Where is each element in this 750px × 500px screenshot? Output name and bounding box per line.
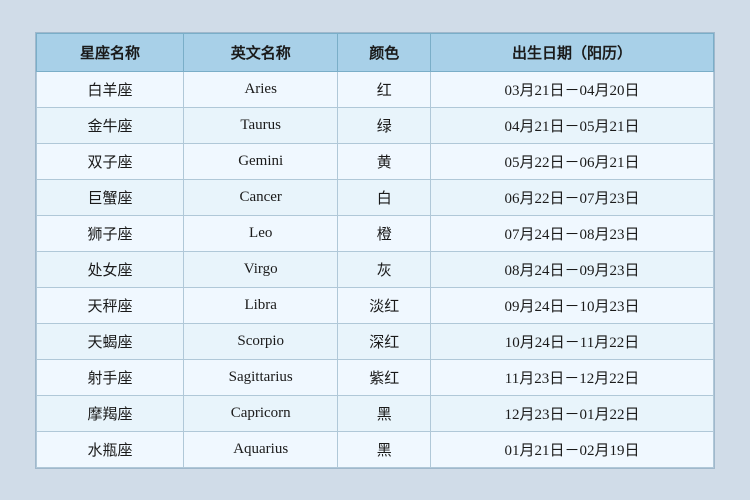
cell-color: 黄: [338, 143, 431, 179]
table-row: 白羊座Aries红03月21日－04月20日: [37, 71, 714, 107]
cell-chinese-name: 水瓶座: [37, 431, 184, 467]
cell-dates: 11月23日－12月22日: [430, 359, 713, 395]
cell-color: 白: [338, 179, 431, 215]
cell-color: 淡红: [338, 287, 431, 323]
header-color: 颜色: [338, 33, 431, 71]
cell-chinese-name: 白羊座: [37, 71, 184, 107]
cell-dates: 05月22日－06月21日: [430, 143, 713, 179]
table-row: 天秤座Libra淡红09月24日－10月23日: [37, 287, 714, 323]
cell-dates: 12月23日－01月22日: [430, 395, 713, 431]
cell-dates: 10月24日－11月22日: [430, 323, 713, 359]
cell-chinese-name: 双子座: [37, 143, 184, 179]
cell-color: 绿: [338, 107, 431, 143]
cell-color: 黑: [338, 395, 431, 431]
table-row: 巨蟹座Cancer白06月22日－07月23日: [37, 179, 714, 215]
table-header-row: 星座名称 英文名称 颜色 出生日期（阳历）: [37, 33, 714, 71]
header-chinese-name: 星座名称: [37, 33, 184, 71]
cell-english-name: Capricorn: [183, 395, 337, 431]
zodiac-table: 星座名称 英文名称 颜色 出生日期（阳历） 白羊座Aries红03月21日－04…: [36, 33, 714, 468]
table-row: 双子座Gemini黄05月22日－06月21日: [37, 143, 714, 179]
cell-color: 黑: [338, 431, 431, 467]
cell-dates: 04月21日－05月21日: [430, 107, 713, 143]
cell-chinese-name: 处女座: [37, 251, 184, 287]
cell-english-name: Sagittarius: [183, 359, 337, 395]
table-row: 射手座Sagittarius紫红11月23日－12月22日: [37, 359, 714, 395]
cell-english-name: Gemini: [183, 143, 337, 179]
cell-english-name: Leo: [183, 215, 337, 251]
cell-dates: 07月24日－08月23日: [430, 215, 713, 251]
table-body: 白羊座Aries红03月21日－04月20日金牛座Taurus绿04月21日－0…: [37, 71, 714, 467]
table-row: 摩羯座Capricorn黑12月23日－01月22日: [37, 395, 714, 431]
cell-english-name: Aries: [183, 71, 337, 107]
table-row: 金牛座Taurus绿04月21日－05月21日: [37, 107, 714, 143]
cell-chinese-name: 天蝎座: [37, 323, 184, 359]
cell-english-name: Taurus: [183, 107, 337, 143]
cell-color: 灰: [338, 251, 431, 287]
cell-english-name: Libra: [183, 287, 337, 323]
zodiac-table-container: 星座名称 英文名称 颜色 出生日期（阳历） 白羊座Aries红03月21日－04…: [35, 32, 715, 469]
cell-dates: 08月24日－09月23日: [430, 251, 713, 287]
cell-color: 深红: [338, 323, 431, 359]
cell-chinese-name: 天秤座: [37, 287, 184, 323]
cell-color: 橙: [338, 215, 431, 251]
table-row: 处女座Virgo灰08月24日－09月23日: [37, 251, 714, 287]
header-birth-date: 出生日期（阳历）: [430, 33, 713, 71]
cell-english-name: Virgo: [183, 251, 337, 287]
cell-dates: 03月21日－04月20日: [430, 71, 713, 107]
cell-chinese-name: 金牛座: [37, 107, 184, 143]
cell-dates: 09月24日－10月23日: [430, 287, 713, 323]
cell-english-name: Cancer: [183, 179, 337, 215]
cell-english-name: Scorpio: [183, 323, 337, 359]
cell-chinese-name: 射手座: [37, 359, 184, 395]
cell-chinese-name: 摩羯座: [37, 395, 184, 431]
cell-chinese-name: 狮子座: [37, 215, 184, 251]
table-row: 天蝎座Scorpio深红10月24日－11月22日: [37, 323, 714, 359]
header-english-name: 英文名称: [183, 33, 337, 71]
cell-color: 紫红: [338, 359, 431, 395]
table-row: 狮子座Leo橙07月24日－08月23日: [37, 215, 714, 251]
table-row: 水瓶座Aquarius黑01月21日－02月19日: [37, 431, 714, 467]
cell-color: 红: [338, 71, 431, 107]
cell-chinese-name: 巨蟹座: [37, 179, 184, 215]
cell-dates: 01月21日－02月19日: [430, 431, 713, 467]
cell-dates: 06月22日－07月23日: [430, 179, 713, 215]
cell-english-name: Aquarius: [183, 431, 337, 467]
